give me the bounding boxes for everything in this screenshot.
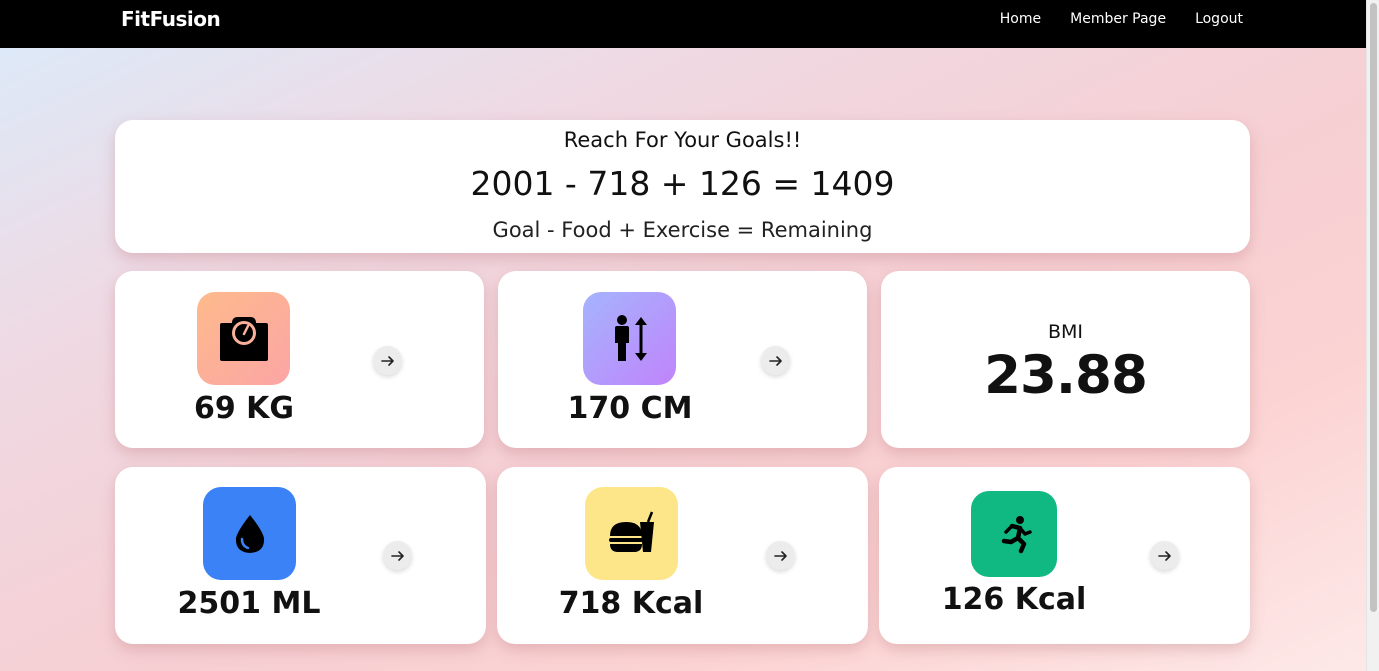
weight-value: 69 KG bbox=[193, 391, 295, 426]
water-arrow-button[interactable] bbox=[383, 541, 412, 570]
weight-scale-icon bbox=[197, 292, 290, 385]
exercise-arrow-button[interactable] bbox=[1150, 541, 1179, 570]
goal-title: Reach For Your Goals!! bbox=[563, 128, 802, 152]
nav-link-member-page[interactable]: Member Page bbox=[1070, 11, 1166, 27]
arrow-right-icon bbox=[1157, 550, 1171, 561]
arrow-right-icon bbox=[768, 355, 782, 366]
weight-card: 69 KG bbox=[115, 271, 484, 448]
arrow-right-icon bbox=[390, 550, 404, 561]
bmi-label: BMI bbox=[1047, 321, 1084, 343]
height-card: 170 CM bbox=[498, 271, 867, 448]
food-card: 718 Kcal bbox=[497, 467, 868, 644]
person-height-icon bbox=[583, 292, 676, 385]
nav-link-logout[interactable]: Logout bbox=[1195, 11, 1243, 27]
food-value: 718 Kcal bbox=[558, 586, 704, 621]
navbar: FitFusion Home Member Page Logout bbox=[0, 0, 1366, 48]
bmi-value: 23.88 bbox=[984, 345, 1148, 406]
bmi-card: BMI 23.88 bbox=[881, 271, 1250, 448]
nav-links: Home Member Page Logout bbox=[1000, 11, 1243, 27]
water-drop-icon bbox=[203, 487, 296, 580]
brand-logo[interactable]: FitFusion bbox=[121, 7, 221, 31]
exercise-card: 126 Kcal bbox=[879, 467, 1250, 644]
height-value: 170 CM bbox=[567, 391, 693, 426]
page-scrollbar[interactable] bbox=[1366, 0, 1379, 671]
arrow-right-icon bbox=[380, 355, 394, 366]
weight-arrow-button[interactable] bbox=[373, 346, 402, 375]
exercise-value: 126 Kcal bbox=[941, 582, 1087, 617]
food-arrow-button[interactable] bbox=[766, 541, 795, 570]
burger-drink-icon bbox=[585, 487, 678, 580]
water-value: 2501 ML bbox=[177, 586, 321, 621]
goal-card: Reach For Your Goals!! 2001 - 718 + 126 … bbox=[115, 120, 1250, 253]
running-person-icon bbox=[971, 491, 1057, 577]
scrollbar-thumb[interactable] bbox=[1370, 3, 1377, 612]
water-card: 2501 ML bbox=[115, 467, 486, 644]
equation-legend: Goal - Food + Exercise = Remaining bbox=[492, 218, 873, 242]
height-arrow-button[interactable] bbox=[761, 346, 790, 375]
calorie-equation: 2001 - 718 + 126 = 1409 bbox=[470, 164, 895, 203]
arrow-right-icon bbox=[773, 550, 787, 561]
nav-link-home[interactable]: Home bbox=[1000, 11, 1041, 27]
